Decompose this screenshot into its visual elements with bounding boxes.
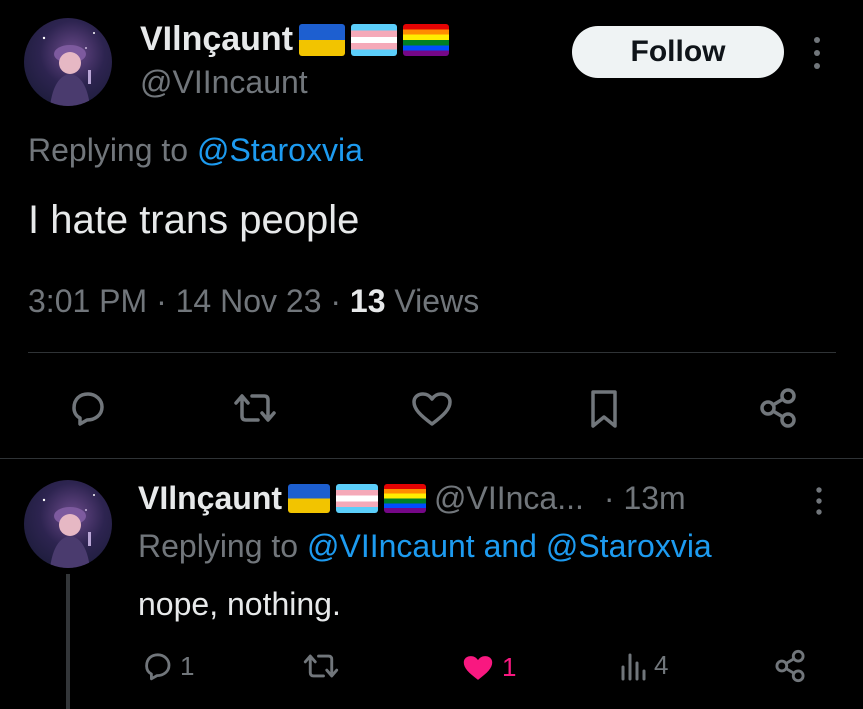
- more-options-icon[interactable]: [812, 36, 822, 70]
- pride-flag-icon: [403, 23, 450, 56]
- reply-author-name[interactable]: VIlnçaunt: [138, 480, 282, 517]
- reply-context: Replying to @VIIncaunt and @Staroxvia: [138, 528, 712, 565]
- transgender-flag-icon: [336, 484, 379, 513]
- separator-dot: ·: [321, 283, 350, 319]
- views-label: Views: [385, 283, 480, 319]
- tweet-body: I hate trans people: [28, 198, 360, 242]
- views-icon: [621, 653, 646, 680]
- reply-icon: [72, 392, 104, 426]
- share-icon: [775, 649, 805, 683]
- divider: [28, 352, 836, 353]
- avatar[interactable]: [24, 18, 112, 106]
- tweet-meta: 3:01 PM · 14 Nov 23 · 13 Views: [28, 283, 479, 320]
- retweet-button[interactable]: [232, 390, 278, 426]
- reply-like-button[interactable]: 1: [460, 652, 516, 683]
- reply-avatar[interactable]: [24, 480, 112, 568]
- reply-retweet-button[interactable]: [302, 651, 340, 681]
- reply-time[interactable]: · 13m: [604, 480, 686, 517]
- transgender-flag-icon: [351, 23, 398, 56]
- reply-prefix: Replying to: [138, 528, 307, 564]
- divider: [0, 458, 863, 459]
- share-button[interactable]: [756, 386, 800, 430]
- retweet-icon: [234, 394, 276, 422]
- views-count: 13: [349, 283, 386, 319]
- reply-context: Replying to @Staroxvia: [28, 132, 363, 169]
- reply-more-options-icon[interactable]: [814, 486, 824, 516]
- ukraine-flag-icon: [288, 484, 331, 513]
- tweet-time[interactable]: 3:01 PM: [28, 283, 147, 319]
- tweet-date[interactable]: 14 Nov 23: [176, 283, 322, 319]
- bookmark-button[interactable]: [588, 388, 620, 430]
- reply-reply-button[interactable]: 1: [140, 650, 194, 682]
- reply-views-count: 4: [654, 650, 669, 680]
- like-icon: [412, 392, 452, 426]
- follow-button[interactable]: Follow: [572, 26, 784, 78]
- like-count: 1: [502, 652, 517, 682]
- reply-header: VIlnçaunt @VIInca... · 13m: [138, 480, 686, 517]
- thread-line: [66, 574, 70, 709]
- reply-body: nope, nothing.: [138, 586, 341, 622]
- reply-targets-link[interactable]: @VIIncaunt and @Staroxvia: [307, 528, 712, 564]
- reply-share-button[interactable]: [772, 648, 808, 684]
- reply-target-link[interactable]: @Staroxvia: [197, 132, 363, 168]
- reply-prefix: Replying to: [28, 132, 197, 168]
- reply-icon: [145, 653, 171, 681]
- ukraine-flag-icon: [299, 23, 346, 56]
- retweet-icon: [303, 654, 339, 678]
- pride-flag-icon: [384, 484, 427, 513]
- author-name-row: VIlnçaunt: [140, 20, 450, 59]
- reply-views-button[interactable]: 4: [620, 650, 668, 681]
- reply-author-handle[interactable]: @VIInca...: [434, 480, 584, 517]
- like-button[interactable]: [410, 390, 454, 428]
- reply-button[interactable]: [66, 388, 108, 428]
- like-icon-filled: [463, 655, 493, 680]
- reply-count: 1: [180, 650, 195, 681]
- share-icon: [760, 388, 796, 428]
- author-handle[interactable]: @VIIncaunt: [140, 64, 308, 101]
- bookmark-icon: [591, 390, 617, 428]
- author-name[interactable]: VIlnçaunt: [140, 20, 293, 59]
- separator-dot: ·: [147, 283, 176, 319]
